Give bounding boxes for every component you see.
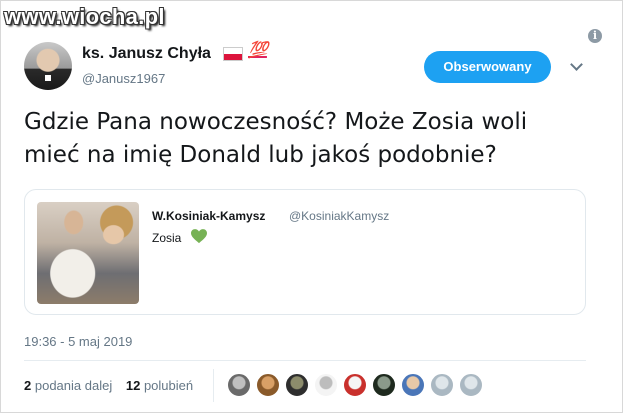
divider: [24, 360, 586, 361]
retweets-label[interactable]: podania dalej: [35, 378, 112, 393]
quoted-author-handle: @KosiniakKamysz: [289, 209, 390, 223]
quoted-tweet-text: Zosia: [152, 231, 182, 245]
tweet-stats: 2 podania dalej 12 polubień: [24, 378, 193, 393]
liker-avatar[interactable]: [401, 373, 425, 397]
tweet-text: Gdzie Pana nowoczesność? Może Zosia woli…: [24, 109, 528, 168]
liker-avatar[interactable]: [314, 373, 338, 397]
following-button[interactable]: Obserwowany: [424, 51, 551, 83]
liker-avatar[interactable]: [459, 373, 483, 397]
retweets-count[interactable]: 2: [24, 378, 31, 393]
likes-label[interactable]: polubień: [144, 378, 193, 393]
liker-avatar[interactable]: [372, 373, 396, 397]
green-heart-icon: [191, 229, 207, 244]
collar-shape: [45, 75, 51, 81]
likes-count[interactable]: 12: [126, 378, 140, 393]
hundred-points-icon: 💯: [248, 40, 268, 59]
poland-flag-icon: [223, 47, 243, 61]
liker-avatar[interactable]: [227, 373, 251, 397]
author-name[interactable]: ks. Janusz Chyła: [82, 45, 211, 63]
info-icon[interactable]: i: [588, 29, 602, 43]
quoted-author-name: W.Kosiniak-Kamysz: [152, 209, 266, 223]
liker-avatar[interactable]: [343, 373, 367, 397]
tweet-timestamp[interactable]: 19:36 - 5 maj 2019: [24, 334, 132, 349]
watermark: www.wiocha.pl: [4, 4, 165, 29]
liker-avatar[interactable]: [256, 373, 280, 397]
liker-avatar[interactable]: [430, 373, 454, 397]
avatar[interactable]: [24, 42, 72, 90]
author-handle[interactable]: @Janusz1967: [82, 71, 165, 86]
quoted-tweet-photo[interactable]: [37, 202, 139, 304]
quoted-tweet[interactable]: W.Kosiniak-Kamysz @KosiniakKamysz Zosia: [24, 189, 586, 315]
liker-avatar[interactable]: [285, 373, 309, 397]
stats-divider: [213, 369, 214, 402]
